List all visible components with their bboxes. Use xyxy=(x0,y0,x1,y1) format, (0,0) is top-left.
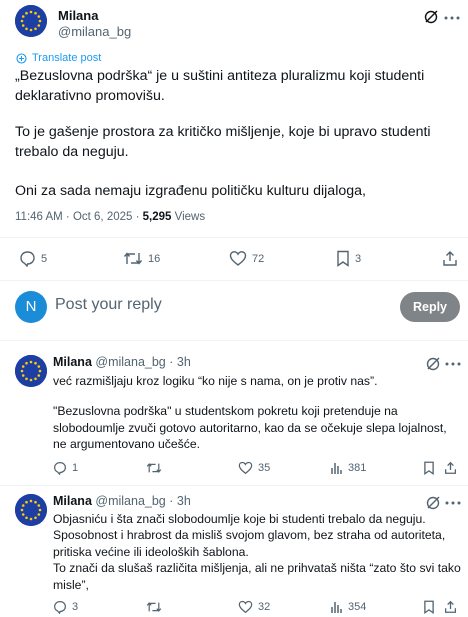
reply-author-handle[interactable]: @milana_bg xyxy=(95,355,165,369)
post-header: Milana @milana_bg xyxy=(15,5,460,41)
bookmark-action[interactable] xyxy=(423,600,440,614)
reply-actions: 1 35 381 xyxy=(53,461,463,477)
like-icon xyxy=(238,600,253,614)
post-paragraph: Oni za sada nemaju izgrađenu političku k… xyxy=(15,183,366,199)
translate-post-link[interactable]: Translate post xyxy=(16,52,101,64)
bookmark-icon xyxy=(424,461,434,475)
reply-icon xyxy=(54,601,66,614)
translate-label[interactable]: Translate post xyxy=(32,52,101,64)
views-icon xyxy=(331,602,342,613)
post-actions: 5 16 72 3 xyxy=(15,250,460,270)
translate-icon xyxy=(16,52,27,64)
views-label: Views xyxy=(171,211,206,223)
like-count: 32 xyxy=(258,601,271,613)
like-icon xyxy=(229,251,247,266)
more-icon[interactable] xyxy=(444,500,462,506)
reply-icon xyxy=(20,251,35,267)
reply-item[interactable]: Milana @milana_bg · 3h već razmišljaju k… xyxy=(0,355,468,485)
reply-text-line: Sposobnost i hrabrost da misliš svojom g… xyxy=(53,528,446,559)
bookmark-icon xyxy=(424,600,434,614)
post-timestamp[interactable]: 11:46 AM · Oct 6, 2025 · xyxy=(15,211,143,223)
like-action[interactable]: 32 xyxy=(238,600,270,614)
more-icon[interactable] xyxy=(444,361,462,367)
grok-icon[interactable] xyxy=(425,495,441,511)
bookmark-action[interactable] xyxy=(423,461,440,475)
reply-author-name[interactable]: Milana xyxy=(53,355,92,369)
divider xyxy=(0,485,468,486)
grok-icon[interactable] xyxy=(425,356,441,372)
share-icon xyxy=(444,461,457,474)
bookmark-action[interactable]: 3 xyxy=(336,250,361,267)
reply-text-line: "Bezuslovna podrška" u studentskom pokre… xyxy=(53,404,447,451)
repost-icon xyxy=(146,463,162,473)
reply-count: 1 xyxy=(72,462,79,474)
reply-author-name[interactable]: Milana xyxy=(53,494,92,508)
grok-icon[interactable] xyxy=(423,9,439,25)
reply-text-line: Objasniću i šta znači slobodoumlje koje … xyxy=(53,512,426,526)
eu-flag-avatar-image xyxy=(15,5,47,37)
reply-input[interactable]: Post your reply xyxy=(55,296,162,314)
more-icon[interactable] xyxy=(443,15,461,21)
current-user-avatar[interactable]: N xyxy=(15,291,47,323)
share-action[interactable] xyxy=(444,600,462,614)
like-action[interactable]: 35 xyxy=(238,461,270,475)
author-name[interactable]: Milana xyxy=(58,8,98,23)
post-paragraph: „Bezuslovna podrška“ je u suštini antite… xyxy=(15,68,425,104)
bookmark-icon xyxy=(337,250,349,267)
eu-flag-avatar-image xyxy=(15,494,47,526)
share-icon xyxy=(443,251,457,266)
views-action[interactable]: 381 xyxy=(330,461,366,475)
views-action[interactable]: 354 xyxy=(330,600,366,614)
like-count: 72 xyxy=(252,252,265,265)
reply-header: Milana @milana_bg · 3h xyxy=(53,494,191,508)
repost-action[interactable] xyxy=(146,600,167,614)
repost-icon xyxy=(123,252,143,265)
reply-button[interactable]: Reply xyxy=(400,292,460,322)
reply-count: 5 xyxy=(41,252,48,265)
views-count: 381 xyxy=(348,462,367,474)
reply-count: 3 xyxy=(72,601,79,613)
reply-action[interactable]: 5 xyxy=(19,250,47,267)
views-count: 5,295 xyxy=(142,211,172,223)
author-avatar[interactable] xyxy=(15,5,47,37)
reply-time[interactable]: · 3h xyxy=(166,494,191,508)
bookmark-count: 3 xyxy=(355,252,362,265)
reply-text-line: već razmišljaju kroz logiku “ko nije s n… xyxy=(53,374,378,388)
post-paragraph: To je gašenje prostora za kritičko mišlj… xyxy=(15,124,431,160)
reply-author-avatar[interactable] xyxy=(15,355,47,387)
reply-actions: 3 32 354 xyxy=(53,600,463,616)
like-action[interactable]: 72 xyxy=(229,250,264,267)
share-action[interactable] xyxy=(444,461,462,475)
author-handle[interactable]: @milana_bg xyxy=(58,24,131,39)
like-icon xyxy=(238,461,253,475)
repost-icon xyxy=(146,602,162,612)
reply-action[interactable]: 1 xyxy=(53,461,78,475)
repost-action[interactable]: 16 xyxy=(123,250,160,267)
like-count: 35 xyxy=(258,462,271,474)
reply-icon xyxy=(54,462,66,475)
views-icon xyxy=(331,463,342,474)
views-count: 354 xyxy=(348,601,367,613)
eu-flag-avatar-image xyxy=(15,355,47,387)
divider xyxy=(0,237,468,238)
reply-action[interactable]: 3 xyxy=(53,600,78,614)
reply-author-handle[interactable]: @milana_bg xyxy=(95,494,165,508)
reply-item[interactable]: Milana @milana_bg · 3h Objasniću i šta z… xyxy=(0,494,468,617)
reply-text-line: To znači da slušaš različita mišljenja, … xyxy=(53,561,461,592)
reply-header: Milana @milana_bg · 3h xyxy=(53,355,191,369)
post-meta: 11:46 AM · Oct 6, 2025 · 5,295 Views xyxy=(15,211,205,223)
repost-count: 16 xyxy=(148,252,161,265)
divider xyxy=(0,280,468,281)
share-icon xyxy=(444,600,457,613)
repost-action[interactable] xyxy=(146,461,167,475)
reply-author-avatar[interactable] xyxy=(15,494,47,526)
share-action[interactable] xyxy=(442,250,463,267)
divider xyxy=(0,340,468,341)
reply-time[interactable]: · 3h xyxy=(166,355,191,369)
